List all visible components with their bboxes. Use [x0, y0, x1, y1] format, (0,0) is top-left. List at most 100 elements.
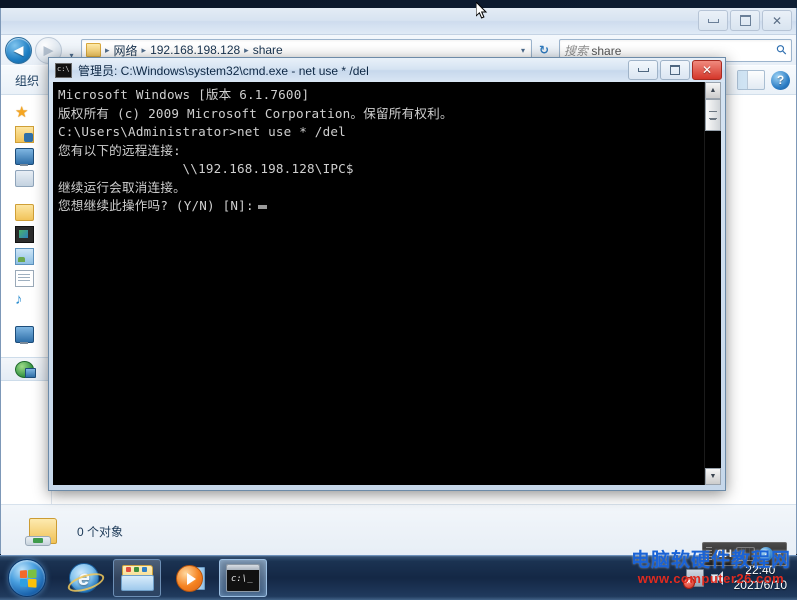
explorer-maximize-button[interactable]: [730, 10, 760, 31]
folder-tabs: [126, 567, 147, 572]
forward-arrow-icon: ▶: [43, 42, 54, 58]
video-icon: [15, 225, 34, 243]
taskbar-item-internet-explorer[interactable]: [60, 559, 108, 597]
music-note-icon: ♪: [15, 290, 23, 308]
explorer-titlebar[interactable]: ✕: [1, 8, 796, 35]
media-play-disc: [176, 565, 203, 592]
chevron-down-icon[interactable]: ▾: [777, 550, 781, 559]
explorer-window-controls: ✕: [698, 10, 792, 31]
taskbar-item-command-prompt[interactable]: c:\_: [219, 559, 267, 597]
scroll-up-button[interactable]: ▲: [705, 82, 721, 99]
console-titlebar-strip: [227, 565, 259, 570]
error-badge-icon: ×: [682, 577, 695, 589]
sidebar-item-computer[interactable]: [1, 323, 51, 345]
windows-flag-icon: [19, 568, 37, 588]
explorer-icon: [121, 565, 154, 591]
search-prefix: 搜索: [564, 43, 592, 58]
console-line: 您有以下的远程连接:: [58, 142, 181, 158]
cmd-minimize-button[interactable]: [628, 60, 658, 80]
minimize-icon: [637, 68, 649, 72]
scroll-thumb[interactable]: [705, 99, 721, 131]
command-prompt-window: 管理员: C:\Windows\system32\cmd.exe - net u…: [48, 57, 726, 491]
search-scope: share: [591, 43, 622, 58]
organize-button[interactable]: 组织: [7, 68, 47, 93]
sidebar-item-music[interactable]: ♪: [1, 289, 51, 311]
chevron-down-icon[interactable]: ▾: [517, 46, 529, 55]
taskbar: c:\_ CH ? ▾ × 22:40 2021/6/10 电脑软硬件教程: [0, 542, 797, 600]
help-button[interactable]: ?: [771, 70, 790, 90]
library-folder-icon: [15, 203, 34, 221]
sidebar-item-pictures[interactable]: [1, 245, 51, 267]
help-icon[interactable]: ?: [758, 547, 773, 561]
volume-icon[interactable]: [710, 571, 726, 585]
toolbar-right-group: ?: [737, 70, 790, 90]
cmd-window-controls: ✕: [628, 60, 722, 80]
scroll-track[interactable]: [705, 99, 721, 468]
sidebar-item-network[interactable]: [1, 357, 51, 381]
sidebar-item-recent-places[interactable]: [1, 167, 51, 189]
language-indicator[interactable]: CH: [716, 548, 732, 560]
console-line-connection: \\192.168.198.128\IPC$: [58, 161, 354, 176]
console-area[interactable]: Microsoft Windows [版本 6.1.7600] 版权所有 (c)…: [53, 82, 721, 485]
start-orb-icon: [8, 559, 46, 597]
sidebar-item-desktop[interactable]: [1, 145, 51, 167]
maximize-icon: [670, 65, 680, 75]
language-bar[interactable]: CH ? ▾: [702, 542, 787, 566]
taskbar-item-windows-explorer[interactable]: [113, 559, 161, 597]
text-cursor: [257, 205, 267, 209]
close-icon: ✕: [771, 13, 783, 28]
refresh-button[interactable]: ↻: [535, 43, 553, 57]
picture-icon: [15, 247, 34, 265]
explorer-minimize-button[interactable]: [698, 10, 728, 31]
cmd-titlebar[interactable]: 管理员: C:\Windows\system32\cmd.exe - net u…: [49, 58, 725, 82]
sidebar-item-videos[interactable]: [1, 223, 51, 245]
internet-explorer-icon: [69, 563, 99, 593]
taskbar-buttons: c:\_: [54, 559, 267, 597]
maximize-icon: [739, 15, 751, 26]
network-plug: [25, 536, 51, 546]
download-folder-icon: [15, 125, 34, 143]
network-status-icon[interactable]: ×: [682, 569, 704, 589]
sidebar-item-libraries[interactable]: [1, 201, 51, 223]
thumb-grip: [709, 111, 717, 119]
back-button[interactable]: ◀: [5, 36, 32, 64]
desktop-icon: [15, 147, 34, 166]
search-placeholder: 搜索 share: [564, 42, 777, 59]
cmd-close-button[interactable]: ✕: [692, 60, 722, 80]
tray-icons: ×: [682, 569, 734, 589]
clock-date: 2021/6/10: [733, 578, 787, 592]
taskbar-item-media-player[interactable]: [166, 559, 214, 597]
status-bar: 0 个对象: [1, 504, 796, 557]
media-player-icon: [176, 564, 205, 592]
system-tray: CH ? ▾ × 22:40 2021/6/10: [682, 542, 797, 600]
console-output[interactable]: Microsoft Windows [版本 6.1.7600] 版权所有 (c)…: [53, 82, 704, 485]
clock[interactable]: 22:40 2021/6/10: [734, 563, 797, 593]
network-folder-icon: [25, 516, 61, 546]
sidebar-item-downloads[interactable]: [1, 123, 51, 145]
folder-front: [121, 575, 154, 591]
sidebar-item-documents[interactable]: [1, 267, 51, 289]
start-button[interactable]: [0, 558, 54, 598]
recent-places-icon: [15, 169, 34, 187]
scroll-down-button[interactable]: ▼: [705, 468, 721, 485]
back-arrow-icon: ◀: [13, 42, 24, 58]
navigation-pane: ★ ♪: [1, 95, 52, 504]
cmd-title: 管理员: C:\Windows\system32\cmd.exe - net u…: [78, 63, 369, 78]
breadcrumb-host[interactable]: 192.168.198.128: [147, 43, 243, 57]
keyboard-icon[interactable]: [735, 547, 755, 561]
drag-handle-icon[interactable]: [706, 547, 713, 561]
sidebar-item-favorites[interactable]: ★: [1, 101, 51, 123]
console-scrollbar[interactable]: ▲ ▼: [704, 82, 721, 485]
cmd-maximize-button[interactable]: [660, 60, 690, 80]
item-count-label: 0 个对象: [77, 524, 124, 539]
view-toggle-button[interactable]: [737, 70, 765, 90]
close-icon: ✕: [701, 63, 713, 77]
breadcrumb-share[interactable]: share: [250, 43, 286, 57]
star-icon: ★: [15, 103, 29, 121]
console-prompt-line: 您想继续此操作吗? (Y/N) [N]:: [58, 197, 702, 216]
explorer-close-button[interactable]: ✕: [762, 10, 792, 31]
breadcrumb-network[interactable]: 网络: [111, 42, 141, 59]
